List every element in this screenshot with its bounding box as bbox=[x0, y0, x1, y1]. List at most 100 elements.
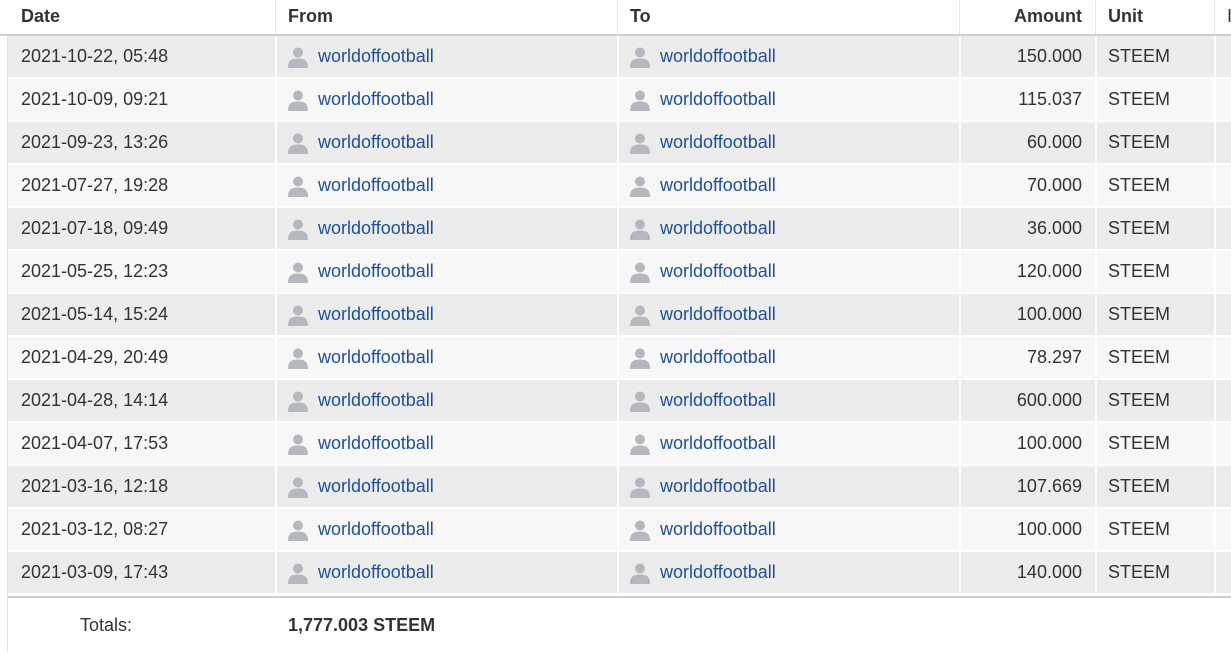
header-divider bbox=[275, 0, 276, 34]
cell-divider bbox=[1095, 79, 1097, 120]
header-divider bbox=[1214, 0, 1215, 34]
from-account-link[interactable]: worldoffootball bbox=[318, 208, 434, 249]
to-account-link[interactable]: worldoffootball bbox=[660, 294, 776, 335]
row-amount: 36.000 bbox=[1026, 218, 1082, 238]
cell-divider bbox=[275, 423, 277, 464]
row-unit: STEEM bbox=[1108, 261, 1171, 281]
to-account-link[interactable]: worldoffootball bbox=[660, 380, 776, 421]
row-unit: STEEM bbox=[1108, 175, 1171, 195]
from-account-link[interactable]: worldoffootball bbox=[318, 423, 434, 464]
user-avatar-icon bbox=[288, 477, 308, 498]
header-extra[interactable]: I bbox=[1227, 0, 1231, 34]
table-row: 2021-03-16, 12:18 worldoffootball worldo… bbox=[8, 466, 1231, 509]
cell-divider bbox=[1095, 552, 1097, 593]
user-avatar-icon bbox=[288, 434, 308, 455]
row-to: worldoffootball bbox=[630, 294, 955, 335]
to-account-link[interactable]: worldoffootball bbox=[660, 509, 776, 550]
cell-divider bbox=[1214, 36, 1216, 77]
row-to: worldoffootball bbox=[630, 208, 955, 249]
cell-divider bbox=[617, 165, 619, 206]
to-account-link[interactable]: worldoffootball bbox=[660, 251, 776, 292]
cell-divider bbox=[275, 165, 277, 206]
row-from: worldoffootball bbox=[288, 79, 613, 120]
row-date: 2021-07-27, 19:28 bbox=[21, 175, 169, 195]
from-account-link[interactable]: worldoffootball bbox=[318, 380, 434, 421]
cell-divider bbox=[275, 337, 277, 378]
to-account-link[interactable]: worldoffootball bbox=[660, 36, 776, 77]
row-amount: 115.037 bbox=[1018, 89, 1082, 109]
cell-divider bbox=[1095, 208, 1097, 249]
cell-divider bbox=[1095, 165, 1097, 206]
user-avatar-icon bbox=[288, 262, 308, 283]
header-divider bbox=[1095, 0, 1096, 34]
cell-divider bbox=[1095, 380, 1097, 421]
row-date: 2021-04-29, 20:49 bbox=[21, 347, 169, 367]
row-unit: STEEM bbox=[1108, 218, 1171, 238]
header-unit[interactable]: Unit bbox=[1108, 0, 1143, 34]
to-account-link[interactable]: worldoffootball bbox=[660, 79, 776, 120]
to-account-link[interactable]: worldoffootball bbox=[660, 208, 776, 249]
user-avatar-icon bbox=[630, 133, 650, 154]
cell-divider bbox=[617, 509, 619, 550]
user-avatar-icon bbox=[630, 176, 650, 197]
user-avatar-icon bbox=[288, 305, 308, 326]
cell-divider bbox=[1095, 294, 1097, 335]
to-account-link[interactable]: worldoffootball bbox=[660, 423, 776, 464]
user-avatar-icon bbox=[288, 563, 308, 584]
row-unit: STEEM bbox=[1108, 390, 1171, 410]
row-from: worldoffootball bbox=[288, 294, 613, 335]
header-from[interactable]: From bbox=[288, 0, 333, 34]
totals-value: 1,777.003 STEEM bbox=[288, 615, 436, 635]
to-account-link[interactable]: worldoffootball bbox=[660, 165, 776, 206]
cell-divider bbox=[275, 509, 277, 550]
from-account-link[interactable]: worldoffootball bbox=[318, 509, 434, 550]
from-account-link[interactable]: worldoffootball bbox=[318, 36, 434, 77]
from-account-link[interactable]: worldoffootball bbox=[318, 294, 434, 335]
cell-divider bbox=[1214, 79, 1216, 120]
to-account-link[interactable]: worldoffootball bbox=[660, 466, 776, 507]
cell-divider bbox=[1095, 251, 1097, 292]
to-account-link[interactable]: worldoffootball bbox=[660, 122, 776, 163]
header-to[interactable]: To bbox=[630, 0, 651, 34]
header-date[interactable]: Date bbox=[21, 0, 60, 34]
cell-divider bbox=[1214, 251, 1216, 292]
cell-divider bbox=[617, 251, 619, 292]
row-to: worldoffootball bbox=[630, 79, 955, 120]
to-account-link[interactable]: worldoffootball bbox=[660, 552, 776, 593]
cell-divider bbox=[1214, 423, 1216, 464]
user-avatar-icon bbox=[288, 47, 308, 68]
cell-divider bbox=[1214, 337, 1216, 378]
table-row: 2021-03-09, 17:43 worldoffootball worldo… bbox=[8, 552, 1231, 595]
user-avatar-icon bbox=[288, 133, 308, 154]
from-account-link[interactable]: worldoffootball bbox=[318, 337, 434, 378]
cell-divider bbox=[275, 466, 277, 507]
row-date: 2021-10-22, 05:48 bbox=[21, 46, 169, 66]
row-to: worldoffootball bbox=[630, 165, 955, 206]
from-account-link[interactable]: worldoffootball bbox=[318, 552, 434, 593]
from-account-link[interactable]: worldoffootball bbox=[318, 466, 434, 507]
row-to: worldoffootball bbox=[630, 552, 955, 593]
from-account-link[interactable]: worldoffootball bbox=[318, 122, 434, 163]
table-row: 2021-04-28, 14:14 worldoffootball worldo… bbox=[8, 380, 1231, 423]
row-unit: STEEM bbox=[1108, 476, 1171, 496]
row-unit: STEEM bbox=[1108, 46, 1171, 66]
row-date: 2021-03-09, 17:43 bbox=[21, 562, 169, 582]
from-account-link[interactable]: worldoffootball bbox=[318, 251, 434, 292]
table-row: 2021-09-23, 13:26 worldoffootball worldo… bbox=[8, 122, 1231, 165]
from-account-link[interactable]: worldoffootball bbox=[318, 165, 434, 206]
row-from: worldoffootball bbox=[288, 122, 613, 163]
to-account-link[interactable]: worldoffootball bbox=[660, 337, 776, 378]
user-avatar-icon bbox=[630, 391, 650, 412]
row-unit: STEEM bbox=[1108, 519, 1171, 539]
row-unit: STEEM bbox=[1108, 347, 1171, 367]
cell-divider bbox=[1214, 294, 1216, 335]
row-from: worldoffootball bbox=[288, 36, 613, 77]
row-to: worldoffootball bbox=[630, 36, 955, 77]
totals-label: Totals: bbox=[80, 615, 133, 635]
from-account-link[interactable]: worldoffootball bbox=[318, 79, 434, 120]
cell-divider bbox=[1214, 165, 1216, 206]
row-from: worldoffootball bbox=[288, 509, 613, 550]
cell-divider bbox=[617, 552, 619, 593]
header-amount[interactable]: Amount bbox=[960, 0, 1082, 34]
user-avatar-icon bbox=[630, 434, 650, 455]
